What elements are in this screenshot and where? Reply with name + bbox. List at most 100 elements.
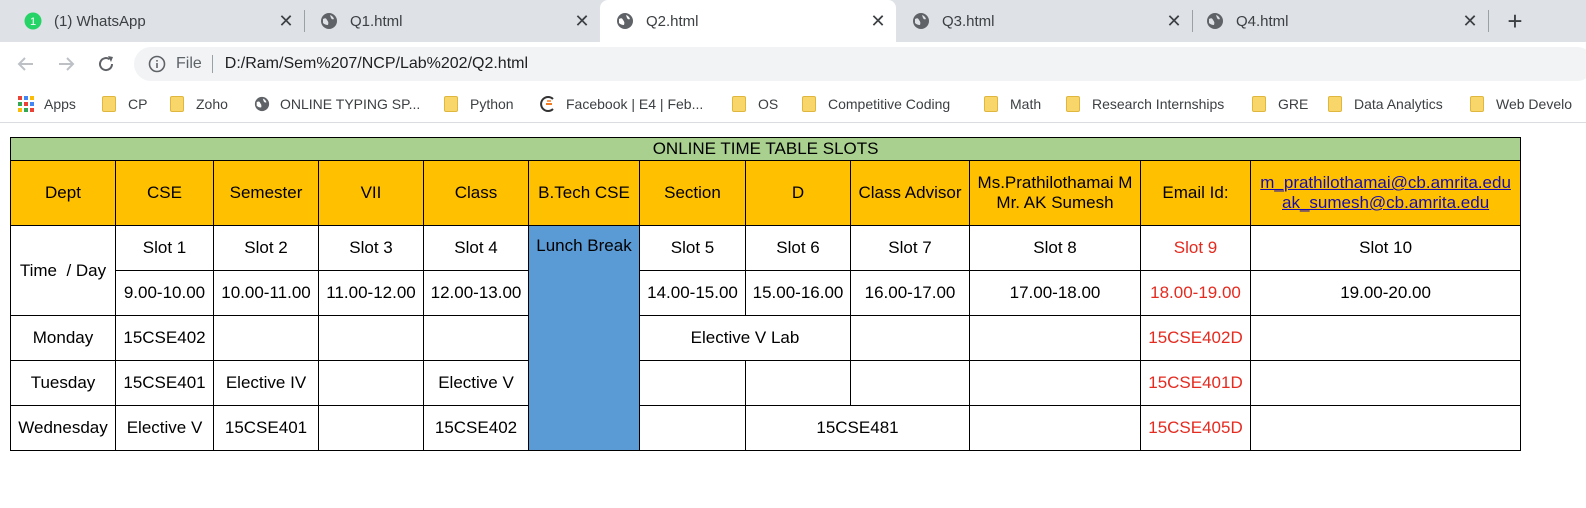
section-label: Section bbox=[639, 160, 746, 226]
advisor-names: Ms.Prathilothamai M Mr. AK Sumesh bbox=[969, 160, 1141, 226]
close-icon[interactable]: ✕ bbox=[274, 11, 298, 32]
course-cell bbox=[318, 315, 424, 361]
bookmark-research-internships[interactable]: Research Internships bbox=[1066, 94, 1224, 114]
bookmark-data-analytics[interactable]: Data Analytics bbox=[1328, 94, 1443, 114]
timetable: ONLINE TIME TABLE SLOTS Dept CSE Semeste… bbox=[9, 137, 1522, 451]
globe-icon bbox=[912, 12, 930, 30]
section-value: D bbox=[745, 160, 851, 226]
bookmark-label: Data Analytics bbox=[1354, 96, 1443, 112]
course-cell: Elective V bbox=[115, 405, 214, 451]
day-label: Tuesday bbox=[10, 360, 116, 406]
day-label: Monday bbox=[10, 315, 116, 361]
email-link-2[interactable]: ak_sumesh@cb.amrita.edu bbox=[1282, 193, 1489, 212]
close-icon[interactable]: ✕ bbox=[570, 11, 594, 32]
advisor-name-1: Ms.Prathilothamai M bbox=[977, 173, 1133, 192]
slot-label: Slot 9 bbox=[1140, 225, 1251, 271]
time-range: 16.00-17.00 bbox=[850, 270, 970, 316]
slot-label: Slot 7 bbox=[850, 225, 970, 271]
advisor-emails: m_prathilothamai@cb.amrita.edu ak_sumesh… bbox=[1249, 160, 1522, 226]
forward-button[interactable] bbox=[52, 50, 80, 78]
globe-icon bbox=[254, 96, 270, 112]
bookmark-label: Apps bbox=[44, 96, 76, 112]
globe-icon bbox=[320, 12, 338, 30]
security-label: File bbox=[176, 55, 202, 72]
folder-icon bbox=[1470, 96, 1486, 112]
globe-icon bbox=[1206, 12, 1224, 30]
folder-icon bbox=[1066, 96, 1082, 112]
svg-text:1: 1 bbox=[30, 16, 36, 28]
close-icon[interactable]: ✕ bbox=[866, 11, 890, 32]
bookmark-label: ONLINE TYPING SP... bbox=[280, 96, 421, 112]
tab-q4[interactable]: Q4.html ✕ bbox=[1192, 0, 1488, 42]
course-cell bbox=[850, 315, 970, 361]
slot-label: Slot 3 bbox=[318, 225, 424, 271]
time-range: 10.00-11.00 bbox=[213, 270, 319, 316]
course-cell bbox=[318, 405, 424, 451]
info-icon[interactable] bbox=[148, 55, 166, 73]
bookmark-online-typing[interactable]: ONLINE TYPING SP... bbox=[254, 94, 420, 114]
course-cell: 15CSE401 bbox=[213, 405, 319, 451]
course-cell bbox=[745, 360, 851, 406]
folder-icon bbox=[1328, 96, 1344, 112]
url-text[interactable]: D:/Ram/Sem%207/NCP/Lab%202/Q2.html bbox=[225, 55, 528, 73]
browser-toolbar: File D:/Ram/Sem%207/NCP/Lab%202/Q2.html bbox=[0, 42, 1586, 86]
course-cell bbox=[969, 360, 1141, 406]
semester-value: VII bbox=[318, 160, 424, 226]
address-bar[interactable]: File D:/Ram/Sem%207/NCP/Lab%202/Q2.html bbox=[134, 47, 1586, 81]
tab-title: Q4.html bbox=[1236, 12, 1289, 30]
tab-title: Q1.html bbox=[350, 12, 403, 30]
slot-label: Slot 10 bbox=[1249, 225, 1522, 271]
slot-label: Slot 6 bbox=[745, 225, 851, 271]
time-range: 11.00-12.00 bbox=[318, 270, 424, 316]
bookmark-label: Facebook | E4 | Feb... bbox=[566, 96, 704, 112]
reload-button[interactable] bbox=[92, 50, 120, 78]
dept-value: CSE bbox=[115, 160, 214, 226]
course-cell: Elective IV bbox=[213, 360, 319, 406]
tab-q1[interactable]: Q1.html ✕ bbox=[302, 0, 600, 42]
course-cell: Elective V bbox=[423, 360, 529, 406]
bookmark-os[interactable]: OS bbox=[732, 94, 778, 114]
time-range: 9.00-10.00 bbox=[115, 270, 214, 316]
close-icon[interactable]: ✕ bbox=[1458, 11, 1482, 32]
course-cell: 15CSE401 bbox=[115, 360, 214, 406]
course-cell bbox=[423, 315, 529, 361]
bookmark-label: OS bbox=[758, 96, 779, 112]
tab-divider bbox=[1488, 10, 1489, 32]
time-range: 19.00-20.00 bbox=[1249, 270, 1522, 316]
bookmark-python[interactable]: Python bbox=[444, 94, 514, 114]
class-label: Class bbox=[423, 160, 529, 226]
tab-q2[interactable]: Q2.html ✕ bbox=[600, 0, 896, 42]
folder-icon bbox=[1252, 96, 1268, 112]
close-icon[interactable]: ✕ bbox=[1162, 11, 1186, 32]
bookmark-label: CP bbox=[128, 96, 148, 112]
bookmark-web-development[interactable]: Web Develo bbox=[1470, 94, 1572, 114]
bookmark-math[interactable]: Math bbox=[984, 94, 1041, 114]
bookmark-facebook-e4[interactable]: Facebook | E4 | Feb... bbox=[540, 94, 703, 114]
time-range: 15.00-16.00 bbox=[745, 270, 851, 316]
back-arrow-icon bbox=[17, 57, 33, 71]
bookmarks-bar: Apps CP Zoho ONLINE TYPING SP... Python … bbox=[0, 86, 1586, 123]
time-day-label: Time / Day bbox=[10, 225, 116, 316]
bookmark-zoho[interactable]: Zoho bbox=[170, 94, 228, 114]
tab-title: Q3.html bbox=[942, 12, 995, 30]
tab-whatsapp[interactable]: 1 (1) WhatsApp ✕ bbox=[0, 0, 304, 42]
timetable-title: ONLINE TIME TABLE SLOTS bbox=[9, 137, 1522, 161]
bookmark-cp[interactable]: CP bbox=[102, 94, 147, 114]
back-button[interactable] bbox=[12, 50, 40, 78]
tab-title: Q2.html bbox=[646, 12, 699, 30]
bookmark-label: Competitive Coding bbox=[828, 96, 951, 112]
course-cell: 15CSE402 bbox=[115, 315, 214, 361]
folder-icon bbox=[170, 96, 186, 112]
tab-title: (1) WhatsApp bbox=[54, 12, 146, 30]
tab-q3[interactable]: Q3.html ✕ bbox=[896, 0, 1192, 42]
folder-icon bbox=[102, 96, 118, 112]
bookmark-competitive-coding[interactable]: Competitive Coding bbox=[802, 94, 950, 114]
bookmark-apps[interactable]: Apps bbox=[18, 94, 76, 114]
new-tab-button[interactable]: + bbox=[1500, 0, 1530, 42]
course-cell bbox=[1249, 315, 1522, 361]
tab-strip: 1 (1) WhatsApp ✕ Q1.html ✕ Q2.html ✕ Q3.… bbox=[0, 0, 1586, 42]
course-cell: 15CSE401D bbox=[1140, 360, 1251, 406]
slot-label: Slot 8 bbox=[969, 225, 1141, 271]
email-link-1[interactable]: m_prathilothamai@cb.amrita.edu bbox=[1260, 173, 1511, 192]
bookmark-gre[interactable]: GRE bbox=[1252, 94, 1308, 114]
